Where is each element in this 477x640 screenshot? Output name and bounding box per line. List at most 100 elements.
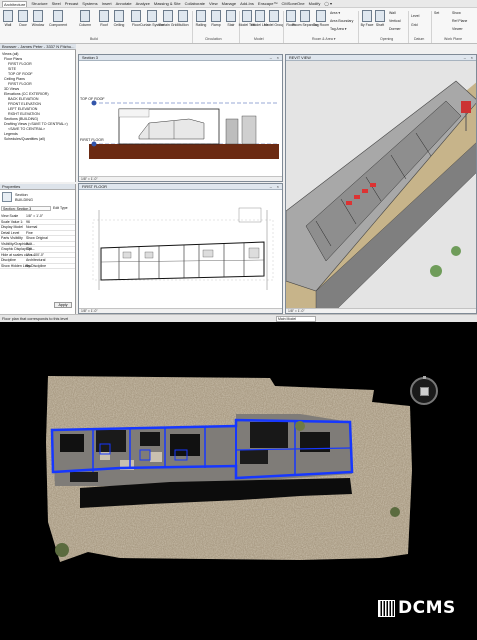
- wall-opening-button[interactable]: Wall: [389, 11, 396, 15]
- tab-architecture[interactable]: Architecture: [2, 0, 28, 7]
- by-face-button[interactable]: By Face: [360, 10, 374, 27]
- railing-button[interactable]: Railing: [194, 10, 208, 27]
- tab-cmsoneone[interactable]: CMSoneOne: [281, 1, 304, 6]
- browser-item[interactable]: LEFT ELEVATION: [8, 107, 37, 111]
- browser-item[interactable]: SITE: [8, 67, 16, 71]
- panel-build-label: Build: [90, 37, 98, 41]
- curtain-grid-icon: [163, 10, 173, 22]
- browser-item[interactable]: Ceiling Plans: [4, 77, 25, 81]
- tab-systems[interactable]: Systems: [82, 1, 97, 6]
- set-workplane-button[interactable]: Set: [434, 11, 439, 15]
- browser-item[interactable]: FRONT ELEVATION: [8, 102, 41, 106]
- browser-item[interactable]: Legends: [4, 132, 18, 136]
- property-row[interactable]: Show Hidden Lines By Discipline: [0, 264, 75, 269]
- door-button[interactable]: Door: [16, 10, 30, 27]
- tab-view[interactable]: View: [209, 1, 218, 6]
- mullion-button[interactable]: Mullion: [176, 10, 190, 27]
- tab-annotate[interactable]: Annotate: [116, 1, 132, 6]
- curtain-grid-button[interactable]: Curtain Grid: [159, 10, 177, 27]
- navigation-cube-icon[interactable]: [410, 376, 438, 405]
- logo-text: DCMS: [398, 598, 456, 618]
- browser-item[interactable]: TOP OF ROOF: [8, 72, 33, 76]
- ribbon-tab-bar: Architecture Structure Steel Precast Sys…: [0, 0, 477, 8]
- edit-type-button[interactable]: Edit Type: [53, 206, 68, 210]
- tab-insert[interactable]: Insert: [102, 1, 112, 6]
- roof-button[interactable]: Roof: [97, 10, 111, 27]
- ribbon-separator: [358, 11, 359, 43]
- view-control-bar[interactable]: 1/8" = 1'-0": [79, 308, 282, 313]
- tab-massing-site[interactable]: Massing & Site: [154, 1, 181, 6]
- ribbon-separator: [192, 11, 193, 43]
- section-view[interactable]: Section 3 – × TOP OF ROOF FIRST FLOOR 1/…: [78, 54, 283, 182]
- door-icon: [18, 10, 28, 22]
- tab-structure[interactable]: Structure: [31, 1, 47, 6]
- dormer-button[interactable]: Dormer: [389, 27, 401, 31]
- level-tag-floor: FIRST FLOOR: [80, 138, 104, 142]
- view-control-bar[interactable]: 1/8" = 1'-0": [79, 176, 282, 181]
- type-name: Section: [15, 193, 28, 197]
- revit-window: Architecture Structure Steel Precast Sys…: [0, 0, 477, 322]
- area-button[interactable]: Area ▾: [330, 11, 340, 15]
- window-button[interactable]: Window: [31, 10, 45, 27]
- tab-enscape[interactable]: Enscape™: [258, 1, 278, 6]
- tab-options[interactable]: ◯ ▾: [324, 1, 332, 6]
- browser-item[interactable]: Floor Plans: [4, 57, 22, 61]
- shaft-button[interactable]: Shaft: [373, 10, 387, 27]
- model-line-icon: [255, 10, 265, 22]
- project-browser[interactable]: Views (all) Floor Plans FIRST FLOOR SITE…: [0, 50, 76, 182]
- model-group-button[interactable]: Model Group: [264, 10, 284, 27]
- tag-area-button[interactable]: Tag Area ▾: [330, 27, 347, 31]
- browser-item[interactable]: <SAVE TO CENTRAL>: [8, 127, 45, 131]
- tab-precast[interactable]: Precast: [65, 1, 79, 6]
- viewer-button[interactable]: Viewer: [452, 27, 463, 31]
- room-separator-button[interactable]: Room Separator: [292, 10, 318, 27]
- browser-item[interactable]: Views (all): [2, 52, 19, 56]
- level-button[interactable]: Level: [411, 14, 419, 18]
- component-button[interactable]: Component: [49, 10, 67, 27]
- properties-panel: Properties Section BUILDING Section: Sec…: [0, 184, 76, 314]
- browser-item[interactable]: Drafting Views (<SAVE TO CENTRAL>): [4, 122, 68, 126]
- browser-item[interactable]: BACK ELEVATION: [8, 97, 38, 101]
- instance-selector[interactable]: Section: Section 3: [1, 206, 51, 211]
- ribbon-separator: [408, 11, 409, 43]
- tab-manage[interactable]: Manage: [222, 1, 236, 6]
- ceiling-button[interactable]: Ceiling: [112, 10, 126, 27]
- floor-plan-view[interactable]: FIRST FLOOR – × 1/8" = 1'-0": [78, 183, 283, 314]
- floor-plan-drawing: [92, 207, 274, 290]
- wall-button[interactable]: Wall: [1, 10, 15, 27]
- wall-icon: [3, 10, 13, 22]
- 3d-view[interactable]: REVIT VIEW – × 1/8" = 1'-0": [285, 54, 477, 314]
- browser-item[interactable]: Schedules/Quantities (all): [4, 137, 45, 141]
- area-boundary-button[interactable]: Area Boundary: [330, 19, 353, 23]
- tab-modify[interactable]: Modify: [309, 1, 321, 6]
- stair-button[interactable]: Stair: [224, 10, 238, 27]
- view-control-bar[interactable]: 1/8" = 1'-0": [286, 308, 476, 313]
- room-icon: [286, 10, 296, 22]
- tab-steel[interactable]: Steel: [52, 1, 61, 6]
- browser-item[interactable]: 3D Views: [4, 87, 19, 91]
- browser-item[interactable]: Sections (BUILDING): [4, 117, 38, 121]
- by-face-icon: [362, 10, 372, 22]
- browser-item[interactable]: FIRST FLOOR: [8, 82, 32, 86]
- panel-opening-label: Opening: [380, 37, 394, 41]
- tab-analyze[interactable]: Analyze: [136, 1, 150, 6]
- model-group-icon: [269, 10, 279, 22]
- vertical-opening-button[interactable]: Vertical: [389, 19, 400, 23]
- tab-add-ins[interactable]: Add-Ins: [240, 1, 254, 6]
- panel-room-label: Room & Area ▾: [312, 37, 336, 41]
- tag-room-button[interactable]: Tag Room: [313, 10, 329, 27]
- tab-collaborate[interactable]: Collaborate: [185, 1, 205, 6]
- ref-plane-button[interactable]: Ref Plane: [452, 19, 467, 23]
- column-button[interactable]: Column: [78, 10, 92, 27]
- grid-button[interactable]: Grid: [411, 23, 418, 27]
- browser-item[interactable]: RIGHT ELEVATION: [8, 112, 40, 116]
- browser-item[interactable]: FIRST FLOOR: [8, 62, 32, 66]
- room-separator-icon: [300, 10, 310, 22]
- browser-item[interactable]: Elevations (CC EXTERIOR): [4, 92, 49, 96]
- status-bar: Floor plan that corresponds to this leve…: [0, 314, 477, 322]
- show-workplane-button[interactable]: Show: [452, 11, 461, 15]
- apply-button[interactable]: Apply: [54, 302, 72, 308]
- panel-datum-label: Datum: [414, 37, 425, 41]
- ramp-button[interactable]: Ramp: [209, 10, 223, 27]
- panel-model-label: Model: [254, 37, 264, 41]
